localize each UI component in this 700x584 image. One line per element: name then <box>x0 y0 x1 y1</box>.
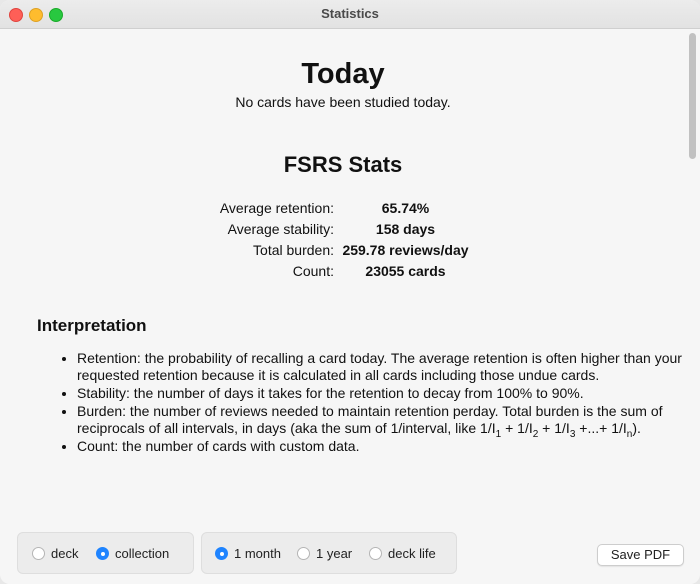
option-label: deck <box>51 546 79 561</box>
radio-button[interactable] <box>215 547 228 560</box>
interpretation-heading: Interpretation <box>37 316 147 335</box>
bottom-toolbar: deck collection 1 month 1 year deck life… <box>0 519 700 584</box>
stability-label: Average stability: <box>227 221 334 237</box>
range-deck-life-option[interactable]: deck life <box>369 546 436 561</box>
list-item: Count: the number of cards with custom d… <box>77 438 686 455</box>
save-pdf-button[interactable]: Save PDF <box>597 544 684 566</box>
range-1-year-option[interactable]: 1 year <box>297 546 352 561</box>
list-item: Retention: the probability of recalling … <box>77 350 686 384</box>
scope-radio-group: deck collection <box>17 532 194 574</box>
burden-value: 259.78 reviews/day <box>342 242 469 258</box>
formula-part: +...+ 1/I <box>575 420 627 436</box>
today-heading: Today <box>301 58 385 90</box>
option-label: deck life <box>388 546 436 561</box>
list-item: Burden: the number of reviews needed to … <box>77 403 686 439</box>
range-1-month-option[interactable]: 1 month <box>215 546 281 561</box>
stability-value: 158 days <box>375 221 436 237</box>
radio-button[interactable] <box>297 547 310 560</box>
scope-deck-option[interactable]: deck <box>32 546 78 561</box>
burden-label: Total burden: <box>253 242 334 258</box>
retention-label: Average retention: <box>219 200 334 216</box>
formula-part: + 1/I <box>538 420 570 436</box>
window-title: Statistics <box>321 6 379 21</box>
radio-button[interactable] <box>32 547 45 560</box>
formula-end: ). <box>632 420 641 436</box>
scope-collection-option[interactable]: collection <box>96 546 169 561</box>
count-value: 23055 cards <box>365 263 446 279</box>
statistics-window: Statistics Today No cards have been stud… <box>0 0 700 584</box>
today-message: No cards have been studied today. <box>235 94 451 110</box>
option-label: collection <box>115 546 170 561</box>
option-label: 1 year <box>316 546 353 561</box>
list-item: Stability: the number of days it takes f… <box>77 385 686 402</box>
count-label: Count: <box>292 263 334 279</box>
interpretation-list: Retention: the probability of recalling … <box>37 350 686 456</box>
retention-value: 65.74% <box>381 200 430 216</box>
radio-button[interactable] <box>369 547 382 560</box>
title-bar: Statistics <box>0 0 700 29</box>
formula-part: + 1/I <box>501 420 533 436</box>
option-label: 1 month <box>234 546 281 561</box>
stats-content: Today No cards have been studied today. … <box>0 29 686 519</box>
scrollbar-thumb[interactable] <box>689 33 696 159</box>
vertical-scrollbar[interactable] <box>686 29 700 519</box>
fsrs-heading: FSRS Stats <box>283 152 403 177</box>
range-radio-group: 1 month 1 year deck life <box>201 532 457 574</box>
radio-button[interactable] <box>96 547 109 560</box>
